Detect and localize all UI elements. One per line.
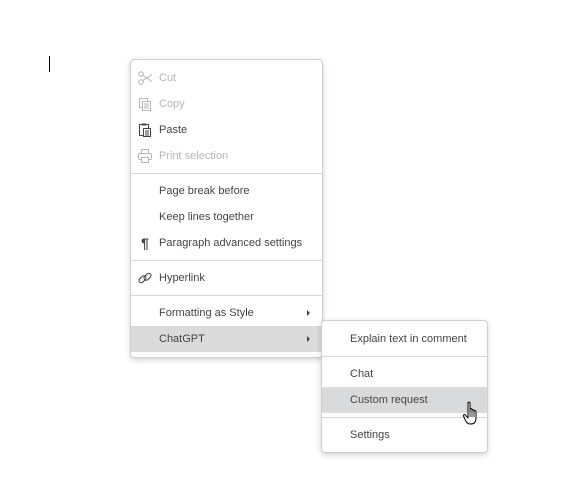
menu-item-label: Chat xyxy=(350,368,374,380)
menu-item-cut[interactable]: Cut xyxy=(131,65,322,91)
menu-item-label: Copy xyxy=(159,98,185,110)
submenu-item-chat[interactable]: Chat xyxy=(322,361,487,387)
menu-separator xyxy=(131,260,322,261)
copy-icon xyxy=(137,96,153,112)
menu-item-label: Explain text in comment xyxy=(350,333,467,345)
menu-item-page-break-before[interactable]: Page break before xyxy=(131,178,322,204)
menu-item-paragraph-advanced-settings[interactable]: ¶ Paragraph advanced settings xyxy=(131,230,322,256)
chatgpt-submenu: Explain text in comment Chat Custom requ… xyxy=(321,320,488,453)
menu-separator xyxy=(131,173,322,174)
menu-item-formatting-as-style[interactable]: Formatting as Style xyxy=(131,300,322,326)
printer-icon xyxy=(137,148,153,164)
menu-item-label: Settings xyxy=(350,429,390,441)
link-icon xyxy=(137,270,153,286)
menu-item-label: Custom request xyxy=(350,394,428,406)
menu-item-label: Paste xyxy=(159,124,188,136)
menu-item-hyperlink[interactable]: Hyperlink xyxy=(131,265,322,291)
submenu-arrow-icon xyxy=(307,336,310,342)
menu-item-print-selection[interactable]: Print selection xyxy=(131,143,322,169)
menu-item-copy[interactable]: Copy xyxy=(131,91,322,117)
pilcrow-icon: ¶ xyxy=(141,235,149,251)
menu-item-label: ChatGPT xyxy=(159,333,205,345)
submenu-item-explain-text-in-comment[interactable]: Explain text in comment xyxy=(322,326,487,352)
menu-item-label: Print selection xyxy=(159,150,229,162)
menu-separator xyxy=(131,295,322,296)
menu-item-label: Keep lines together xyxy=(159,211,254,223)
menu-item-paste[interactable]: Paste xyxy=(131,117,322,143)
menu-item-label: Cut xyxy=(159,72,177,84)
text-caret xyxy=(49,56,50,72)
menu-item-label: Page break before xyxy=(159,185,250,197)
menu-separator xyxy=(322,356,487,357)
context-menu: Cut Copy Paste Print selection Page brea… xyxy=(130,59,323,358)
scissors-icon xyxy=(137,70,153,86)
hand-pointer-cursor-icon xyxy=(462,401,482,427)
menu-item-chatgpt[interactable]: ChatGPT xyxy=(131,326,322,352)
paste-icon xyxy=(137,122,153,138)
menu-item-label: Paragraph advanced settings xyxy=(159,237,303,249)
menu-item-label: Formatting as Style xyxy=(159,307,254,319)
submenu-arrow-icon xyxy=(307,310,310,316)
menu-item-label: Hyperlink xyxy=(159,272,205,284)
menu-item-keep-lines-together[interactable]: Keep lines together xyxy=(131,204,322,230)
